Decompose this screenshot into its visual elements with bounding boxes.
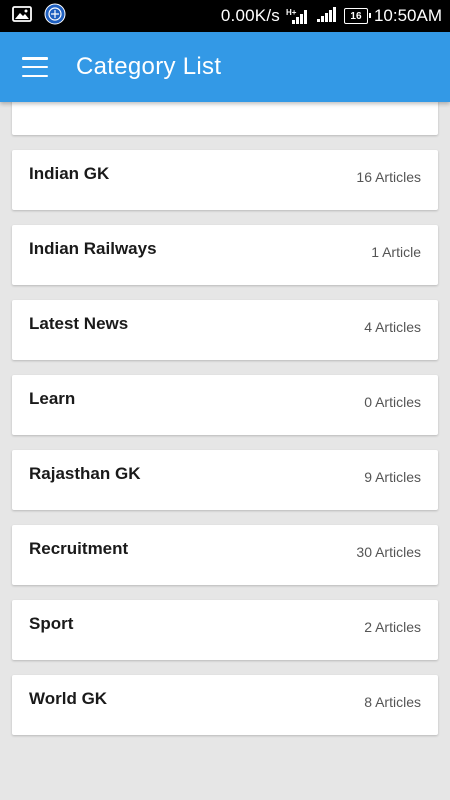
battery-level: 16: [350, 10, 362, 22]
article-count: 0 Articles: [364, 394, 421, 410]
category-item-partial[interactable]: [12, 102, 438, 135]
category-item[interactable]: Sport 2 Articles: [12, 600, 438, 660]
category-list[interactable]: Indian GK 16 Articles Indian Railways 1 …: [0, 102, 450, 800]
category-item[interactable]: Learn 0 Articles: [12, 375, 438, 435]
page-title: Category List: [76, 53, 222, 80]
category-name: Latest News: [29, 314, 129, 333]
article-count: 2 Articles: [364, 619, 421, 635]
category-item[interactable]: Indian Railways 1 Article: [12, 225, 438, 285]
category-item[interactable]: Rajasthan GK 9 Articles: [12, 450, 438, 510]
status-bar: 0.00K/s H+ 16 10:50AM: [0, 0, 450, 32]
article-count: 4 Articles: [364, 319, 421, 335]
battery-icon: 16: [343, 8, 371, 24]
menu-icon[interactable]: [22, 57, 48, 77]
article-count: 9 Articles: [364, 469, 421, 485]
article-count: 1 Article: [371, 244, 421, 260]
network-speed: 0.00K/s: [220, 6, 280, 25]
article-count: 16 Articles: [356, 169, 421, 185]
image-icon: [12, 5, 32, 27]
category-item[interactable]: Indian GK 16 Articles: [12, 150, 438, 210]
category-name: Indian Railways: [29, 239, 157, 258]
signal-icon: [316, 5, 338, 28]
category-name: Learn: [29, 389, 76, 408]
category-item[interactable]: World GK 8 Articles: [12, 675, 438, 735]
article-count: 30 Articles: [356, 544, 421, 560]
category-item[interactable]: Latest News 4 Articles: [12, 300, 438, 360]
app-notification-icon: [44, 3, 66, 30]
app-bar: Category List: [0, 32, 450, 102]
category-name: Sport: [29, 614, 74, 633]
article-count: 8 Articles: [364, 694, 421, 710]
clock: 10:50AM: [373, 6, 442, 25]
category-name: Recruitment: [29, 539, 129, 558]
category-name: World GK: [29, 689, 108, 708]
category-name: Indian GK: [29, 164, 110, 183]
category-name: Rajasthan GK: [29, 464, 141, 483]
category-item[interactable]: Recruitment 30 Articles: [12, 525, 438, 585]
network-type-label: H+: [286, 8, 297, 17]
mobile-data-icon: H+: [286, 7, 310, 25]
